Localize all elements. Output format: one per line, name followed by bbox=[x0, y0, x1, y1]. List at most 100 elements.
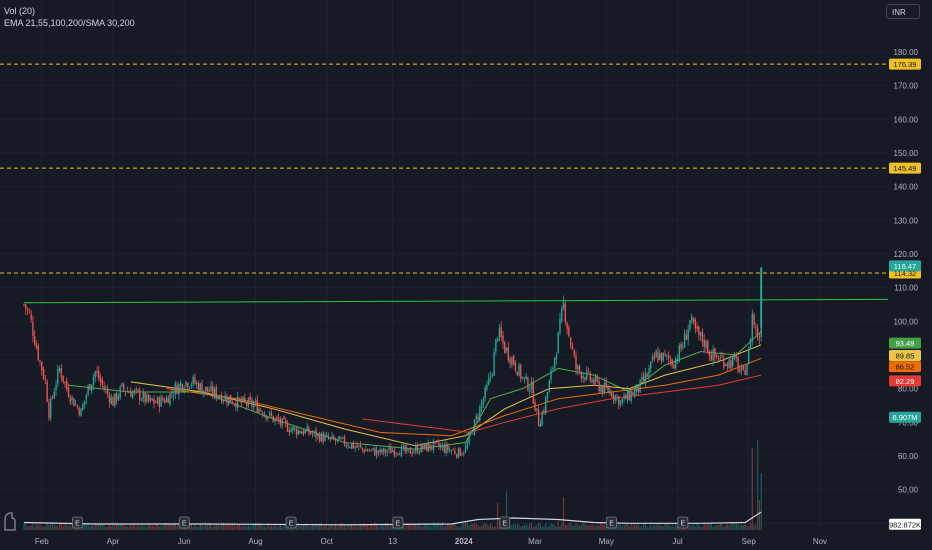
candle-body bbox=[217, 396, 219, 398]
volume-bar bbox=[514, 524, 517, 530]
candle-body bbox=[242, 397, 244, 402]
candle-body bbox=[103, 386, 105, 390]
volume-bar bbox=[632, 525, 634, 530]
y-tick-label: 170.00 bbox=[894, 82, 919, 91]
volume-bar bbox=[714, 526, 716, 530]
candle-body bbox=[256, 400, 258, 413]
candle-body bbox=[87, 385, 89, 395]
candle-body bbox=[326, 435, 328, 436]
ema-legend[interactable]: EMA 21,55,100,200/SMA 30,200 bbox=[4, 17, 135, 29]
volume-bar bbox=[545, 523, 547, 530]
volume-bar bbox=[696, 523, 698, 530]
candle-body bbox=[283, 416, 285, 420]
price-label-text: 982.872K bbox=[889, 520, 921, 529]
candle-body bbox=[105, 389, 107, 391]
candle-body bbox=[172, 395, 175, 396]
volume-bar bbox=[434, 524, 436, 530]
volume-bar bbox=[331, 525, 333, 530]
x-tick-label: Apr bbox=[107, 537, 120, 546]
candle-body bbox=[60, 368, 63, 378]
candle-body bbox=[133, 390, 136, 393]
candle-body bbox=[281, 418, 283, 426]
candle-body bbox=[712, 349, 714, 361]
volume-bar bbox=[577, 523, 579, 530]
candle-body bbox=[473, 419, 476, 436]
candle-body bbox=[746, 364, 748, 376]
volume-bar bbox=[559, 526, 561, 530]
candle-body bbox=[701, 331, 704, 342]
x-tick-label: Jun bbox=[178, 537, 191, 546]
candle-body bbox=[756, 328, 759, 338]
candle-body bbox=[466, 442, 469, 448]
volume-bar bbox=[107, 526, 109, 530]
candle-body bbox=[322, 433, 324, 442]
candle-body bbox=[557, 332, 559, 354]
candle-body bbox=[400, 446, 403, 457]
volume-bar bbox=[39, 524, 41, 530]
currency-button[interactable]: INR bbox=[886, 4, 920, 19]
volume-bar bbox=[238, 524, 241, 530]
x-tick-label: Feb bbox=[35, 537, 49, 546]
candle-body bbox=[710, 355, 713, 361]
volume-bar bbox=[352, 526, 355, 530]
candle-body bbox=[349, 447, 351, 449]
volume-bar bbox=[124, 526, 127, 530]
candle-body bbox=[156, 397, 159, 404]
candle-body bbox=[267, 416, 269, 419]
candle-body bbox=[253, 404, 255, 408]
volume-legend[interactable]: Vol (20) bbox=[4, 5, 135, 17]
candle-body bbox=[190, 384, 193, 386]
candle-body bbox=[119, 386, 121, 398]
candle-body bbox=[427, 443, 429, 452]
price-chart[interactable]: E E E E E E E 180.00 170.00 160.00 150.00 140.00 13… bbox=[0, 0, 932, 550]
candle-body bbox=[587, 370, 590, 372]
candle-body bbox=[694, 319, 697, 329]
candle-body bbox=[179, 383, 182, 386]
candle-body bbox=[324, 435, 326, 441]
trendline[interactable] bbox=[23, 298, 889, 304]
candle-body bbox=[240, 398, 242, 403]
candle-body bbox=[737, 357, 739, 372]
volume-bar bbox=[30, 525, 32, 530]
candle-body bbox=[673, 364, 675, 369]
volume-bar bbox=[139, 526, 141, 530]
candle-body bbox=[582, 375, 584, 379]
time-axis[interactable]: Feb Apr Jun Aug Oct 13 2024 Mar May Jul Sep Nov bbox=[35, 537, 827, 546]
candle-body bbox=[309, 431, 312, 434]
volume-bar bbox=[728, 525, 730, 530]
volume-bar bbox=[117, 523, 119, 530]
candle-body bbox=[76, 405, 79, 408]
volume-bar bbox=[404, 525, 406, 530]
tradingview-logo-icon[interactable] bbox=[2, 510, 18, 532]
volume-bar bbox=[231, 524, 233, 530]
volume-bar bbox=[201, 524, 203, 530]
volume-bar bbox=[486, 523, 488, 530]
volume-bar bbox=[247, 525, 249, 530]
candle-body bbox=[384, 449, 387, 454]
candle-body bbox=[610, 392, 613, 397]
horizontal-lines[interactable] bbox=[0, 63, 888, 274]
candle-body bbox=[144, 392, 146, 403]
candle-body bbox=[431, 447, 433, 449]
candle-body bbox=[276, 416, 278, 419]
candle-body bbox=[534, 402, 536, 411]
price-axis[interactable]: 180.00 170.00 160.00 150.00 140.00 130.00 120.… bbox=[894, 48, 919, 528]
volume-bar bbox=[753, 524, 755, 530]
volume-bar bbox=[62, 525, 64, 530]
candle-body bbox=[203, 390, 205, 395]
x-tick-label: Nov bbox=[813, 537, 827, 546]
y-tick-label: 180.00 bbox=[894, 48, 919, 57]
volume-bar bbox=[301, 525, 303, 530]
volume-bar bbox=[278, 525, 280, 530]
candle-body bbox=[436, 440, 438, 443]
volume-bar bbox=[580, 524, 582, 530]
candle-body bbox=[304, 429, 307, 434]
volume-bar bbox=[459, 526, 461, 530]
volume-bar bbox=[324, 524, 326, 530]
candle-body bbox=[121, 383, 123, 387]
candle-body bbox=[459, 448, 461, 456]
candle-body bbox=[286, 423, 289, 432]
volume-bar bbox=[445, 526, 447, 530]
volume-bar bbox=[625, 523, 627, 530]
candle-body bbox=[724, 364, 727, 366]
